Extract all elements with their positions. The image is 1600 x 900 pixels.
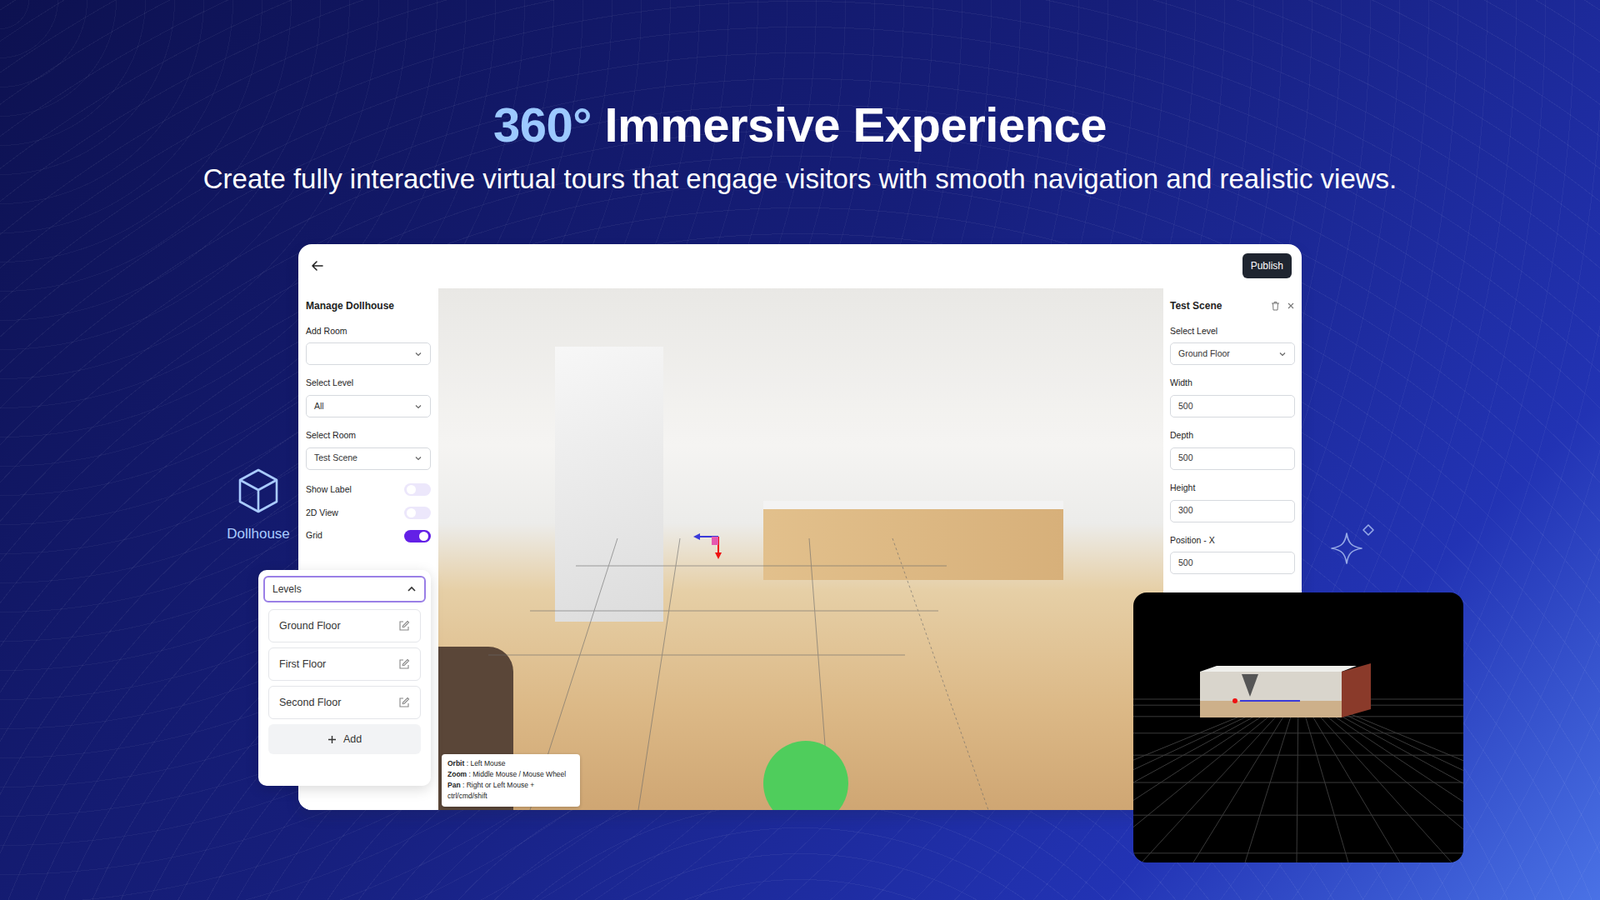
toggle-knob bbox=[419, 531, 429, 541]
field-label: Width bbox=[1170, 376, 1295, 390]
panel-actions bbox=[1270, 300, 1295, 311]
select-value: Test Scene bbox=[314, 451, 358, 465]
title-rest: Immersive Experience bbox=[604, 97, 1107, 152]
number-input[interactable]: 500 bbox=[1170, 395, 1295, 418]
toggle-label: Show Label bbox=[305, 483, 352, 497]
select-field[interactable]: Test Scene bbox=[305, 447, 431, 470]
level-item[interactable]: First Floor bbox=[268, 647, 421, 681]
levels-header[interactable]: Levels bbox=[263, 575, 426, 603]
close-icon[interactable] bbox=[1286, 301, 1295, 310]
level-name: Second Floor bbox=[279, 695, 341, 711]
sparkle-icon bbox=[1320, 515, 1380, 575]
hero-subtitle: Create fully interactive virtual tours t… bbox=[0, 162, 1600, 196]
field-value: 500 bbox=[1178, 556, 1194, 570]
chevron-down-icon bbox=[414, 454, 423, 463]
number-input[interactable]: 300 bbox=[1170, 500, 1295, 523]
field-value: 500 bbox=[1178, 400, 1194, 414]
floor-grid bbox=[438, 288, 1164, 810]
toggle-knob bbox=[406, 508, 416, 518]
field-label: Select Room bbox=[305, 429, 431, 443]
toggle-switch[interactable] bbox=[404, 483, 431, 496]
select-field[interactable] bbox=[305, 342, 431, 365]
toggle-switch[interactable] bbox=[404, 506, 431, 520]
edit-icon[interactable] bbox=[398, 620, 410, 632]
counter-shape bbox=[763, 500, 1064, 580]
dollhouse-label: Dollhouse bbox=[218, 523, 299, 545]
field-value: Ground Floor bbox=[1178, 347, 1230, 361]
add-label: Add bbox=[343, 731, 362, 748]
controls-tooltip: Orbit : Left MouseZoom : Middle Mouse / … bbox=[441, 754, 580, 807]
add-level-button[interactable]: Add bbox=[268, 724, 421, 755]
dollhouse-3d-preview[interactable] bbox=[1133, 592, 1464, 863]
select-field[interactable]: All bbox=[305, 395, 431, 418]
publish-button[interactable]: Publish bbox=[1242, 253, 1292, 279]
level-item[interactable]: Ground Floor bbox=[268, 609, 421, 643]
control-action: Orbit bbox=[447, 759, 465, 768]
control-action: Zoom bbox=[447, 770, 467, 779]
levels-panel: Levels Ground Floor First Floor Second Floo… bbox=[258, 570, 431, 786]
number-input[interactable]: 500 bbox=[1170, 551, 1295, 575]
field-value: 300 bbox=[1178, 504, 1194, 518]
edit-icon[interactable] bbox=[398, 658, 410, 670]
dollhouse-button[interactable]: Dollhouse bbox=[218, 467, 299, 545]
field-label: Select Level bbox=[305, 376, 431, 390]
navigation-hotspot[interactable] bbox=[763, 740, 849, 810]
app-toolbar: Publish bbox=[298, 244, 1302, 289]
level-name: Ground Floor bbox=[279, 618, 341, 635]
select-field[interactable]: Ground Floor bbox=[1170, 342, 1295, 365]
hero-title: 360° Immersive Experience bbox=[0, 98, 1600, 153]
levels-title: Levels bbox=[272, 581, 302, 597]
title-accent: 360° bbox=[493, 97, 592, 152]
trash-icon[interactable] bbox=[1270, 300, 1280, 311]
control-hint: Pan : Right or Left Mouse + ctrl/cmd/shi… bbox=[447, 780, 575, 802]
toggle-row: Grid bbox=[305, 529, 431, 543]
control-hint: Orbit : Left Mouse bbox=[447, 758, 575, 770]
toggle-label: 2D View bbox=[305, 506, 339, 520]
level-item[interactable]: Second Floor bbox=[268, 685, 421, 720]
number-input[interactable]: 500 bbox=[1170, 447, 1295, 470]
panel-title: Manage Dollhouse bbox=[305, 298, 431, 314]
panorama-viewport[interactable]: Orbit : Left MouseZoom : Middle Mouse / … bbox=[438, 288, 1164, 810]
field-label: Position - X bbox=[1170, 534, 1295, 548]
banner: 360° Immersive Experience Create fully in… bbox=[0, 0, 1600, 900]
panel-header: Test Scene bbox=[1170, 298, 1295, 314]
chevron-down-icon bbox=[1278, 350, 1287, 359]
chevron-up-icon bbox=[406, 584, 417, 595]
levels-list: Ground Floor First Floor Second Floor Add bbox=[263, 602, 426, 755]
edit-icon[interactable] bbox=[398, 696, 410, 709]
back-arrow-icon[interactable] bbox=[310, 258, 325, 274]
control-action: Pan bbox=[447, 780, 461, 790]
field-value: 500 bbox=[1178, 451, 1194, 465]
toggle-row: Show Label bbox=[305, 483, 431, 497]
plus-icon bbox=[327, 735, 337, 745]
toggle-switch[interactable] bbox=[404, 530, 431, 543]
chevron-down-icon bbox=[414, 350, 423, 359]
panel-title: Test Scene bbox=[1170, 298, 1222, 314]
wall-shape bbox=[555, 346, 664, 622]
control-binding: : Left Mouse bbox=[466, 759, 506, 768]
field-label: Depth bbox=[1170, 429, 1295, 443]
toggle-label: Grid bbox=[305, 529, 323, 543]
field-label: Height bbox=[1170, 481, 1295, 495]
toggle-knob bbox=[406, 485, 416, 495]
field-label: Add Room bbox=[305, 325, 431, 339]
level-name: First Floor bbox=[279, 656, 326, 673]
hero: 360° Immersive Experience Create fully in… bbox=[0, 0, 1600, 196]
control-binding: : Middle Mouse / Mouse Wheel bbox=[469, 770, 567, 779]
select-value: All bbox=[314, 400, 325, 414]
toggle-row: 2D View bbox=[305, 506, 431, 520]
control-hint: Zoom : Middle Mouse / Mouse Wheel bbox=[447, 769, 575, 780]
grid-floor bbox=[1133, 592, 1464, 863]
control-binding: : Right or Left Mouse + ctrl/cmd/shift bbox=[447, 780, 535, 800]
cube-icon bbox=[236, 467, 280, 515]
field-label: Select Level bbox=[1170, 325, 1295, 339]
chevron-down-icon bbox=[414, 402, 423, 411]
